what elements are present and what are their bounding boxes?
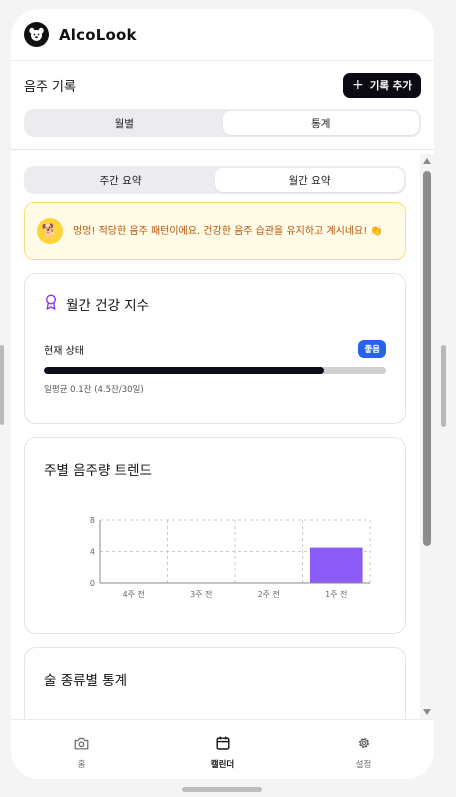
tab-calendar-label: 캘린더: [210, 760, 235, 770]
app-title: AlcoLook: [59, 25, 137, 44]
tab-settings-label: 설정: [355, 760, 372, 770]
daily-average-note: 일평균 0.1잔 (4.5잔/30일): [44, 385, 144, 395]
y-tick-label: 8: [90, 516, 95, 525]
plus-icon: +: [351, 77, 364, 93]
tab-weekly-summary[interactable]: 주간 요약: [26, 168, 215, 192]
tab-monthly-summary[interactable]: 월간 요약: [215, 168, 404, 192]
section-title: 음주 기록: [24, 79, 76, 95]
app-header: AlcoLook: [11, 9, 434, 61]
status-label: 현재 상태: [44, 345, 84, 357]
award-icon: [44, 294, 58, 314]
health-index-card: 월간 건강 지수 현재 상태 좋음 일평균 0.1잔 (4.5잔/30일): [24, 273, 406, 424]
add-record-button[interactable]: + 기록 추가: [342, 72, 421, 98]
gear-icon: [357, 735, 371, 754]
x-tick-label: 4주 전: [123, 589, 145, 599]
tab-stats[interactable]: 통계: [222, 111, 419, 135]
section-bar: 음주 기록 + 기록 추가: [11, 61, 434, 109]
x-tick-label: 3주 전: [190, 589, 212, 599]
y-tick-label: 0: [90, 579, 95, 588]
trend-title: 주별 음주량 트렌드: [44, 463, 152, 479]
divider: [11, 149, 434, 150]
home-indicator: [182, 787, 262, 792]
tab-monthly[interactable]: 월별: [26, 111, 223, 135]
bar-4: [309, 547, 363, 583]
scroll-up-arrow-icon[interactable]: [423, 158, 431, 164]
health-title: 월간 건강 지수: [66, 298, 150, 314]
tab-home[interactable]: 홈: [11, 720, 152, 779]
status-badge: 좋음: [358, 340, 386, 358]
y-tick-label: 4: [90, 548, 95, 557]
edge-handle-left: [0, 345, 4, 425]
app-screen: AlcoLook 음주 기록 + 기록 추가 월별 통계 주간 요약 월간 요약…: [11, 9, 434, 779]
banner-text: 멍멍! 적당한 음주 패턴이에요. 건강한 음주 습관을 유지하고 계시네요! …: [73, 225, 383, 237]
drink-type-title: 술 종류별 통계: [44, 673, 128, 689]
scrollbar[interactable]: [420, 154, 434, 719]
tab-settings[interactable]: 설정: [293, 720, 434, 779]
weekly-trend-chart: 0 4 8 4주 전 3주 전 2주 전 1주 전: [90, 516, 371, 599]
weekly-trend-card: 주별 음주량 트렌드 0 4 8 4주 전 3주 전 2주 전 1주 전: [24, 437, 406, 634]
add-record-label: 기록 추가: [369, 79, 412, 92]
dog-logo-icon: [24, 22, 49, 47]
x-tick-label: 1주 전: [325, 589, 347, 599]
dog-icon: 🐕: [37, 218, 63, 244]
edge-handle-right: [441, 345, 446, 427]
health-progress-bar: [44, 367, 386, 374]
drink-type-card: 술 종류별 통계: [24, 647, 406, 719]
camera-icon: [74, 735, 89, 754]
scroll-down-arrow-icon[interactable]: [423, 709, 431, 715]
tab-home-label: 홈: [77, 760, 86, 770]
bottom-tabbar: 홈 캘린더 설정: [11, 719, 434, 779]
health-progress-fill: [44, 367, 325, 374]
feedback-banner: 🐕 멍멍! 적당한 음주 패턴이에요. 건강한 음주 습관을 유지하고 계시네요…: [24, 202, 406, 260]
view-tabs: 월별 통계: [24, 109, 421, 137]
summary-tabs: 주간 요약 월간 요약: [24, 166, 406, 194]
stats-scroll-area[interactable]: 주간 요약 월간 요약 🐕 멍멍! 적당한 음주 패턴이에요. 건강한 음주 습…: [11, 154, 434, 719]
calendar-icon: [216, 735, 230, 754]
tab-calendar[interactable]: 캘린더: [152, 720, 293, 779]
scroll-thumb[interactable]: [423, 171, 431, 546]
x-tick-label: 2주 전: [258, 589, 280, 599]
